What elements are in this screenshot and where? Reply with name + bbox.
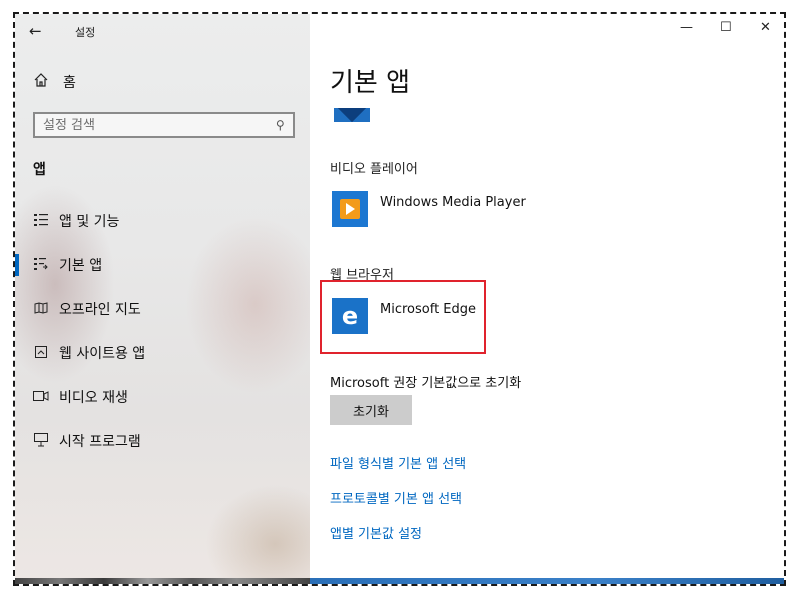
section-title: 앱 — [33, 162, 46, 178]
video-player-app-name: Windows Media Player — [380, 195, 526, 210]
sidebar-item-offline-maps[interactable]: 오프라인 지도 — [15, 295, 310, 323]
home-label: 홈 — [63, 75, 76, 91]
choose-by-protocol-link[interactable]: 프로토콜별 기본 앱 선택 — [330, 488, 462, 507]
app-tile-partial-icon[interactable] — [334, 108, 370, 122]
sidebar-item-label: 앱 및 기능 — [59, 214, 120, 230]
sidebar: ← 설정 홈 ⚲ 앱 앱 및 기능 — [15, 14, 310, 584]
settings-window: ← 설정 홈 ⚲ 앱 앱 및 기능 — [13, 12, 786, 586]
sidebar-item-label: 비디오 재생 — [59, 390, 128, 406]
sidebar-item-label: 웹 사이트용 앱 — [59, 346, 146, 362]
background-blur — [205, 484, 310, 584]
sidebar-item-default-apps[interactable]: 기본 앱 — [15, 251, 310, 279]
reset-label: Microsoft 권장 기본값으로 초기화 — [330, 376, 522, 391]
close-button[interactable]: ✕ — [760, 20, 771, 35]
home-link[interactable]: 홈 — [33, 72, 76, 92]
startup-icon — [33, 432, 49, 450]
active-indicator — [15, 254, 19, 276]
video-player-app-button[interactable]: Windows Media Player — [332, 191, 526, 227]
video-playback-icon — [33, 390, 49, 404]
choose-by-file-type-link[interactable]: 파일 형식별 기본 앱 선택 — [330, 453, 466, 472]
highlight-box — [320, 280, 486, 354]
sidebar-item-startup[interactable]: 시작 프로그램 — [15, 427, 310, 455]
set-defaults-by-app-link[interactable]: 앱별 기본값 설정 — [330, 523, 422, 542]
video-player-label: 비디오 플레이어 — [330, 162, 418, 177]
arrow-left-icon: ← — [29, 22, 42, 40]
default-apps-icon — [33, 257, 49, 273]
sidebar-item-label: 오프라인 지도 — [59, 302, 141, 318]
back-button[interactable]: ← — [29, 22, 42, 40]
home-icon — [33, 72, 49, 92]
offline-maps-icon — [33, 301, 49, 317]
taskbar-strip — [310, 578, 784, 584]
search-box[interactable]: ⚲ — [33, 112, 295, 138]
search-icon[interactable]: ⚲ — [276, 118, 285, 132]
apps-features-icon — [33, 213, 49, 229]
taskbar-strip — [15, 578, 310, 584]
sidebar-item-label: 기본 앱 — [59, 258, 103, 274]
sidebar-item-label: 시작 프로그램 — [59, 434, 141, 450]
reset-button[interactable]: 초기화 — [330, 395, 412, 425]
search-input[interactable] — [43, 117, 243, 133]
main-content: — ☐ ✕ 기본 앱 비디오 플레이어 Windows Media Player… — [310, 14, 784, 584]
page-title: 기본 앱 — [330, 68, 411, 98]
window-title: 설정 — [75, 26, 96, 39]
windows-media-player-icon — [332, 191, 368, 227]
sidebar-item-video-playback[interactable]: 비디오 재생 — [15, 383, 310, 411]
apps-for-websites-icon — [33, 345, 49, 361]
sidebar-item-apps-features[interactable]: 앱 및 기능 — [15, 207, 310, 235]
maximize-button[interactable]: ☐ — [720, 20, 732, 35]
minimize-button[interactable]: — — [680, 20, 693, 35]
sidebar-item-apps-for-websites[interactable]: 웹 사이트용 앱 — [15, 339, 310, 367]
